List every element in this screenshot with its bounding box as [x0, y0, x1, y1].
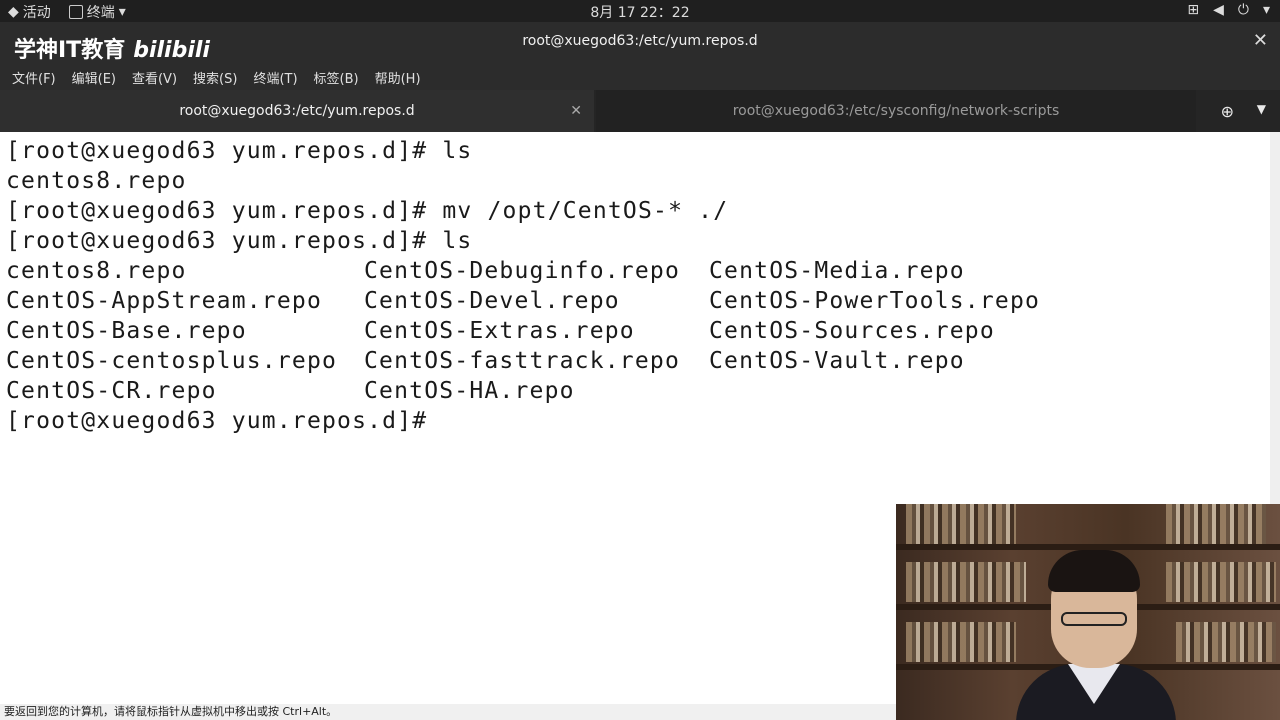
listing-row: CentOS-CR.repo CentOS-HA.repo	[6, 376, 1270, 406]
terminal-line: centos8.repo	[6, 168, 187, 194]
file-entry: CentOS-Extras.repo	[364, 318, 635, 344]
books-row	[1166, 562, 1276, 602]
menu-help[interactable]: 帮助(H)	[375, 68, 421, 87]
tab-yum-repos[interactable]: root@xuegod63:/etc/yum.repos.d ✕	[0, 90, 594, 132]
file-entry: CentOS-HA.repo	[364, 378, 575, 404]
power-icon[interactable]: ⏻	[1238, 2, 1249, 18]
listing-row: centos8.repo CentOS-Debuginfo.repo CentO…	[6, 256, 1270, 286]
file-entry: CentOS-Base.repo	[6, 318, 247, 344]
menu-tabs[interactable]: 标签(B)	[314, 68, 359, 87]
chevron-down-icon[interactable]: ▼	[1257, 102, 1266, 116]
tab-bar: root@xuegod63:/etc/yum.repos.d ✕ root@xu…	[0, 90, 1280, 132]
chevron-down-icon[interactable]: ▾	[1263, 2, 1270, 18]
listing-row: CentOS-centosplus.repo CentOS-fasttrack.…	[6, 346, 1270, 376]
menu-view[interactable]: 查看(V)	[132, 68, 177, 87]
listing-row: CentOS-Base.repo CentOS-Extras.repo Cent…	[6, 316, 1270, 346]
file-entry: CentOS-Sources.repo	[709, 318, 995, 344]
file-entry: centos8.repo	[6, 258, 187, 284]
menu-search[interactable]: 搜索(S)	[193, 68, 237, 87]
books-row	[1166, 504, 1266, 544]
window-title: root@xuegod63:/etc/yum.repos.d	[522, 33, 758, 49]
menu-bar: 文件(F) 编辑(E) 查看(V) 搜索(S) 终端(T) 标签(B) 帮助(H…	[0, 64, 1280, 90]
books-row	[906, 562, 1026, 602]
books-row	[906, 504, 1016, 544]
menu-terminal[interactable]: 终端(T)	[253, 68, 297, 87]
new-tab-icon[interactable]: ⊕	[1221, 102, 1234, 121]
listing-row: CentOS-AppStream.repo CentOS-Devel.repo …	[6, 286, 1270, 316]
terminal-line: [root@xuegod63 yum.repos.d]# ls	[6, 228, 473, 254]
presenter-hair	[1048, 550, 1140, 592]
file-entry: CentOS-Vault.repo	[709, 348, 965, 374]
file-entry: CentOS-PowerTools.repo	[709, 288, 1041, 314]
close-icon[interactable]: ✕	[1253, 30, 1268, 51]
terminal-line: [root@xuegod63 yum.repos.d]# mv /opt/Cen…	[6, 198, 729, 224]
window-title-bar: 学神IT教育 bilibili root@xuegod63:/etc/yum.re…	[0, 22, 1280, 64]
menu-edit[interactable]: 编辑(E)	[72, 68, 116, 87]
gnome-top-bar: ◆ 活动 终端 ▾ 8月 17 22：22 ⊞ ◀ ⏻ ▾	[0, 0, 1280, 22]
close-icon[interactable]: ✕	[570, 90, 582, 132]
network-icon[interactable]: ⊞	[1187, 2, 1199, 18]
file-entry: CentOS-AppStream.repo	[6, 288, 322, 314]
tab-network-scripts[interactable]: root@xuegod63:/etc/sysconfig/network-scr…	[596, 90, 1196, 132]
webcam-overlay	[896, 504, 1280, 720]
file-entry: CentOS-fasttrack.repo	[364, 348, 680, 374]
books-row	[1176, 622, 1276, 662]
terminal-prompt: [root@xuegod63 yum.repos.d]#	[6, 408, 428, 434]
file-entry: CentOS-Debuginfo.repo	[364, 258, 680, 284]
file-entry: CentOS-CR.repo	[6, 378, 217, 404]
file-entry: CentOS-Media.repo	[709, 258, 965, 284]
clock[interactable]: 8月 17 22：22	[0, 2, 1280, 22]
file-entry: CentOS-centosplus.repo	[6, 348, 338, 374]
terminal-line: [root@xuegod63 yum.repos.d]# ls	[6, 138, 473, 164]
volume-icon[interactable]: ◀	[1213, 2, 1224, 18]
presenter-glasses	[1061, 612, 1127, 626]
menu-file[interactable]: 文件(F)	[12, 68, 56, 87]
file-entry: CentOS-Devel.repo	[364, 288, 620, 314]
books-row	[906, 622, 1016, 662]
